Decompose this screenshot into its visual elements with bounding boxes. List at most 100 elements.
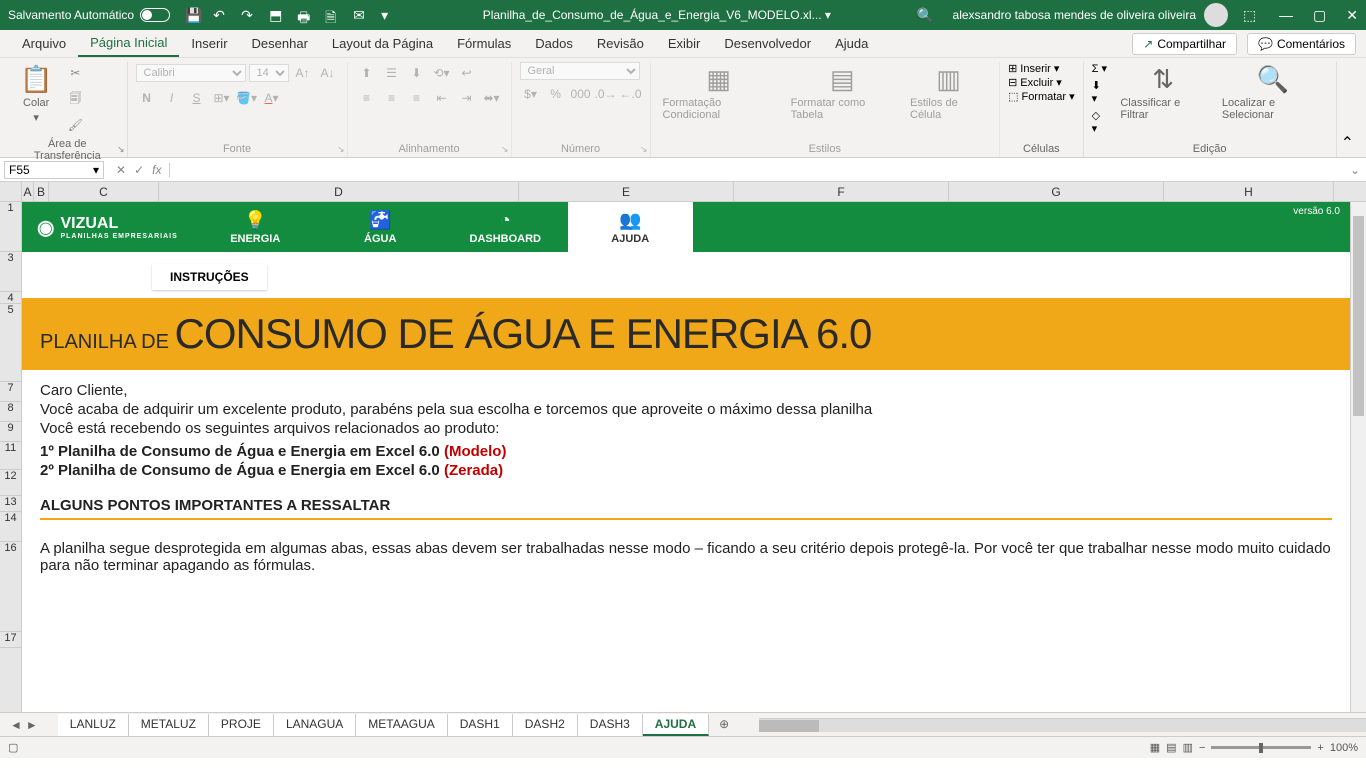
number-format-select[interactable]: Geral [520,62,640,80]
col-header[interactable]: H [1164,182,1334,201]
col-header[interactable]: F [734,182,949,201]
page-break-icon[interactable]: ▥ [1183,741,1193,754]
vertical-scrollbar[interactable] [1350,202,1366,712]
close-button[interactable]: ✕ [1346,7,1358,24]
align-right-icon[interactable]: ≡ [406,87,428,109]
underline-button[interactable]: S [186,87,208,109]
indent-inc-icon[interactable]: ⇥ [456,87,478,109]
sheet-tab-dash1[interactable]: DASH1 [448,714,513,736]
row-header[interactable]: 1 [0,202,21,252]
sheet-tab-dash3[interactable]: DASH3 [578,714,643,736]
tab-nav-next-icon[interactable]: ► [26,718,38,732]
fill-icon[interactable]: ⬇ ▾ [1092,79,1109,105]
currency-icon[interactable]: $▾ [520,83,542,105]
search-icon[interactable]: 🔍 [917,7,933,23]
row-header[interactable]: 16 [0,542,21,632]
align-center-icon[interactable]: ≡ [381,87,403,109]
row-header[interactable]: 7 [0,382,21,402]
font-size-select[interactable]: 14 [249,64,289,82]
row-header[interactable]: 9 [0,422,21,442]
tab-desenvolvedor[interactable]: Desenvolvedor [712,31,823,56]
record-macro-icon[interactable]: ▢ [8,741,18,754]
email-icon[interactable]: ✉ [353,7,369,23]
format-table-button[interactable]: ▤Formatar como Tabela [787,62,898,123]
tab-desenhar[interactable]: Desenhar [240,31,320,56]
enter-icon[interactable]: ✓ [134,163,144,177]
nav-ajuda[interactable]: 👥AJUDA [568,202,693,252]
sheet-tab-ajuda[interactable]: AJUDA [643,714,709,736]
tab-arquivo[interactable]: Arquivo [10,31,78,56]
sheet-tab-metaluz[interactable]: METALUZ [129,714,209,736]
align-left-icon[interactable]: ≡ [356,87,378,109]
cancel-icon[interactable]: ✕ [116,163,126,177]
page-layout-icon[interactable]: ▤ [1166,741,1176,754]
nav-energia[interactable]: 💡ENERGIA [193,202,318,252]
sheet-tab-metaagua[interactable]: METAAGUA [356,714,447,736]
normal-view-icon[interactable]: ▦ [1150,741,1160,754]
share-button[interactable]: ↗Compartilhar [1132,33,1237,55]
conditional-format-button[interactable]: ▦Formatação Condicional [659,62,779,123]
instructions-tab[interactable]: INSTRUÇÕES [152,264,267,290]
user-account[interactable]: alexsandro tabosa mendes de oliveira oli… [953,3,1228,27]
scrollbar-thumb[interactable] [1353,216,1364,416]
autosave-toggle[interactable]: Salvamento Automático [8,8,170,22]
tab-layout[interactable]: Layout da Página [320,31,445,56]
nav-dashboard[interactable]: ◔DASHBOARD [443,202,568,252]
select-all-corner[interactable] [0,182,22,201]
new-sheet-icon[interactable]: ⊕ [709,714,739,736]
save-icon[interactable]: 💾 [185,7,201,23]
nav-agua[interactable]: 🚰ÁGUA [318,202,443,252]
sheet-content[interactable]: ◉ VIZUALPLANILHAS EMPRESARIAIS 💡ENERGIA … [22,202,1350,712]
tab-exibir[interactable]: Exibir [656,31,713,56]
row-header[interactable]: 8 [0,402,21,422]
font-color-icon[interactable]: A▾ [261,87,283,109]
launcher-icon[interactable]: ↘ [337,144,345,155]
row-header[interactable]: 12 [0,470,21,496]
tab-ajuda[interactable]: Ajuda [823,31,880,56]
tab-formulas[interactable]: Fórmulas [445,31,523,56]
row-header[interactable]: 13 [0,496,21,512]
align-top-icon[interactable]: ⬆ [356,62,378,84]
sheet-tab-lanagua[interactable]: LANAGUA [274,714,356,736]
print-icon[interactable]: 🖶 [297,7,313,23]
italic-button[interactable]: I [161,87,183,109]
copy-icon[interactable]: 🗐 [64,88,86,110]
launcher-icon[interactable]: ↘ [117,144,125,155]
inc-decimal-icon[interactable]: .0→ [595,83,617,105]
col-header[interactable]: B [34,182,49,201]
comma-icon[interactable]: 000 [570,83,592,105]
cell-styles-button[interactable]: ▥Estilos de Célula [906,62,991,123]
tab-dados[interactable]: Dados [523,31,585,56]
find-select-button[interactable]: 🔍Localizar e Selecionar [1218,62,1328,123]
zoom-label[interactable]: 100% [1330,742,1358,754]
wrap-text-icon[interactable]: ↩ [456,62,478,84]
sheet-tab-dash2[interactable]: DASH2 [513,714,578,736]
tab-revisao[interactable]: Revisão [585,31,656,56]
row-header[interactable]: 5 [0,304,21,382]
paste-button[interactable]: 📋Colar▾ [16,62,56,126]
col-header[interactable]: C [49,182,159,201]
minimize-button[interactable]: — [1279,7,1293,24]
dec-decimal-icon[interactable]: ←.0 [620,83,642,105]
row-header[interactable]: 14 [0,512,21,542]
redo-icon[interactable]: ↷ [241,7,257,23]
row-header[interactable]: 3 [0,252,21,292]
col-header[interactable]: E [519,182,734,201]
expand-formula-icon[interactable]: ⌄ [1344,163,1366,177]
sheet-tab-proje[interactable]: PROJE [209,714,274,736]
bold-button[interactable]: N [136,87,158,109]
merge-icon[interactable]: ⬒ [269,7,285,23]
launcher-icon[interactable]: ↘ [640,144,648,155]
row-header[interactable]: 4 [0,292,21,304]
orientation-icon[interactable]: ⟲▾ [431,62,453,84]
ribbon-options-icon[interactable]: ⬚ [1243,7,1259,23]
cut-icon[interactable]: ✂ [64,62,86,84]
font-name-select[interactable]: Calibri [136,64,246,82]
autosum-icon[interactable]: Σ ▾ [1092,62,1109,75]
zoom-out-icon[interactable]: − [1199,742,1205,754]
comments-button[interactable]: 💬Comentários [1247,33,1356,55]
percent-icon[interactable]: % [545,83,567,105]
row-header[interactable]: 11 [0,442,21,470]
name-box[interactable]: F55▾ [4,161,104,179]
merge-icon[interactable]: ⬌▾ [481,87,503,109]
